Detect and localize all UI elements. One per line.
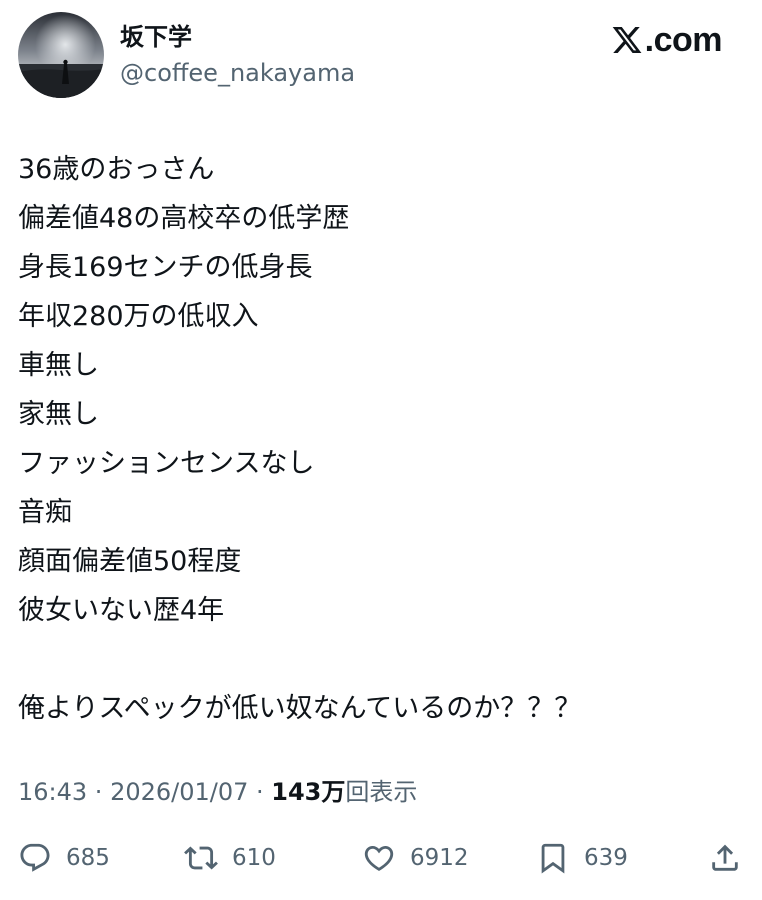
like-count: 6912 (410, 845, 469, 871)
views-count: 143万 (271, 778, 346, 806)
tweet-line: 偏差値48の高校卒の低学歴 (18, 203, 350, 234)
share-button[interactable] (708, 834, 742, 882)
tweet-time[interactable]: 16:43 (18, 778, 87, 806)
tweet-line: 身長169センチの低身長 (18, 252, 313, 283)
tweet-header: 坂下学 @coffee_nakayama .com (0, 0, 762, 110)
tweet-line: 36歳のおっさん (18, 154, 215, 185)
views-label: 回表示 (345, 778, 418, 806)
repost-button[interactable]: 610 (184, 834, 276, 882)
meta-separator: · (87, 778, 111, 806)
bookmark-count: 639 (584, 845, 628, 871)
user-handle[interactable]: @coffee_nakayama (120, 58, 355, 88)
tweet-line: 顔面偏差値50程度 (18, 546, 242, 577)
like-button[interactable]: 6912 (362, 834, 469, 882)
tweet-meta: 16:43 · 2026/01/07 · 143万回表示 (18, 774, 417, 810)
tweet-text: 36歳のおっさん 偏差値48の高校卒の低学歴 身長169センチの低身長 年収28… (18, 145, 744, 733)
avatar[interactable] (18, 12, 104, 98)
brand-domain-text: .com (644, 21, 723, 59)
tweet-line: 音痴 (18, 497, 72, 528)
share-icon (712, 844, 738, 871)
bookmark-icon (541, 843, 565, 874)
tweet-date[interactable]: 2026/01/07 (110, 778, 248, 806)
tweet-line: 車無し (18, 350, 99, 381)
tweet-line: 俺よりスペックが低い奴なんているのか？？？ (18, 693, 582, 724)
tweet-line: 彼女いない歴4年 (18, 595, 225, 626)
display-name[interactable]: 坂下学 (120, 22, 192, 52)
site-brand: .com (611, 20, 723, 60)
repost-icon (184, 846, 218, 870)
reply-icon (20, 843, 50, 872)
action-bar: 685 610 6912 639 (0, 834, 762, 882)
repost-count: 610 (232, 845, 276, 871)
tweet-line: 年収280万の低収入 (18, 301, 259, 332)
bookmark-button[interactable]: 639 (536, 834, 628, 882)
reply-count: 685 (66, 845, 110, 871)
meta-separator: · (248, 778, 272, 806)
tweet-line: 家無し (18, 399, 99, 430)
tweet-line: ファッションセンスなし (18, 448, 315, 479)
x-logo-icon (612, 27, 642, 53)
reply-button[interactable]: 685 (18, 834, 110, 882)
heart-icon (364, 845, 394, 871)
